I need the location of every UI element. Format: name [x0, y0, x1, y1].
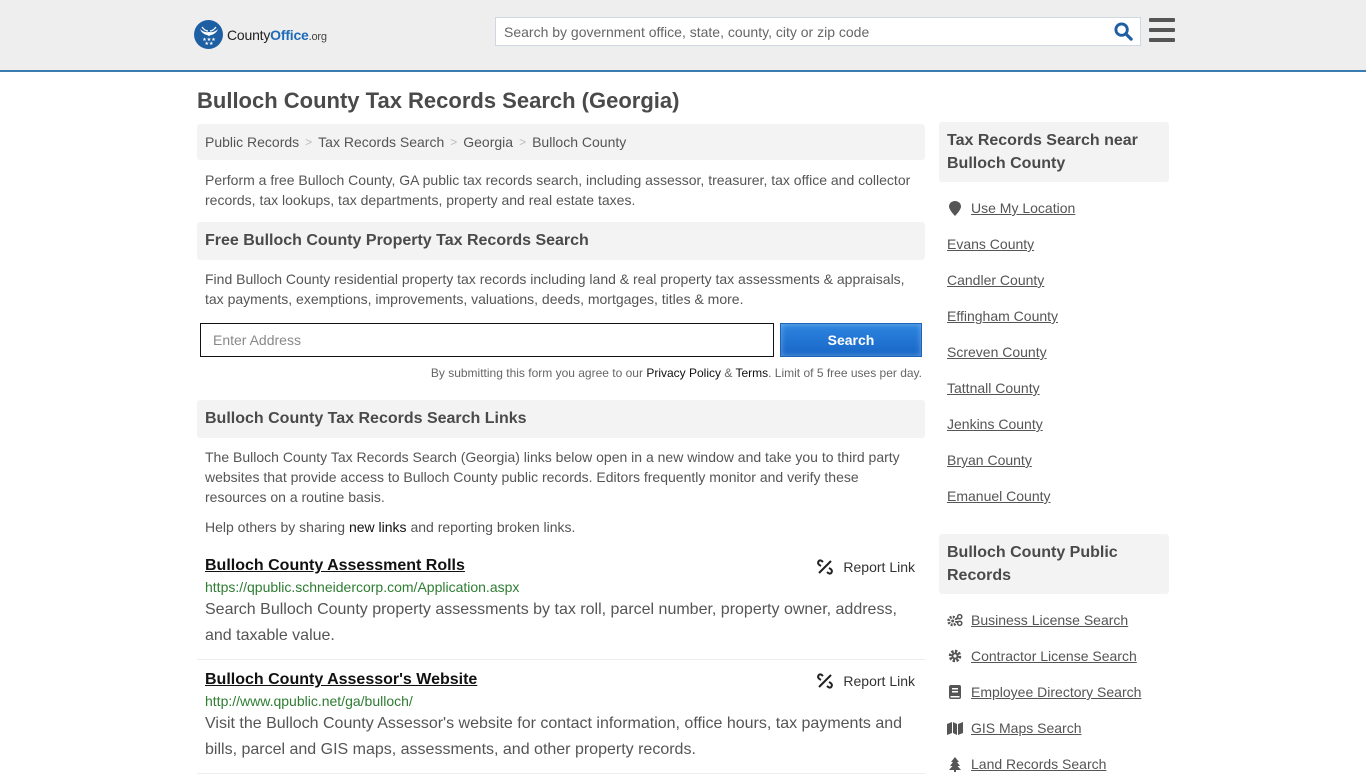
public-record-link[interactable]: Land Records Search: [971, 756, 1106, 772]
breadcrumb-public-records[interactable]: Public Records: [205, 134, 299, 150]
public-record-item: Business License Search: [947, 602, 1161, 638]
public-record-link[interactable]: Contractor License Search: [971, 648, 1137, 664]
public-records-list: Business License Search Contractor Licen…: [939, 602, 1169, 782]
address-search-button[interactable]: Search: [780, 323, 922, 357]
menu-bar: [1149, 28, 1175, 32]
broken-link-icon: [817, 673, 834, 689]
breadcrumb-separator: >: [450, 135, 458, 149]
nearby-county-item: Evans County: [947, 226, 1161, 262]
site-search-input[interactable]: [496, 18, 1106, 45]
public-record-item: Employee Directory Search: [947, 674, 1161, 710]
public-record-link[interactable]: Employee Directory Search: [971, 684, 1141, 700]
nearby-county-link[interactable]: Effingham County: [947, 308, 1058, 324]
help-text-suffix: and reporting broken links.: [406, 519, 576, 535]
public-record-item: GIS Maps Search: [947, 710, 1161, 746]
eagle-stars-logo-icon: ★★★ ★★: [194, 20, 223, 49]
link-entry: Bulloch County Assessor's Website Report…: [197, 665, 925, 774]
sidebar: Tax Records Search near Bulloch County U…: [939, 122, 1169, 782]
nearby-county-item: Tattnall County: [947, 370, 1161, 406]
nearby-county-item: Screven County: [947, 334, 1161, 370]
help-text: Help others by sharing new links and rep…: [197, 517, 925, 537]
use-my-location-item: Use My Location: [947, 190, 1161, 226]
form-disclaimer: By submitting this form you agree to our…: [197, 366, 925, 380]
breadcrumb-separator: >: [305, 135, 313, 149]
nearby-county-item: Effingham County: [947, 298, 1161, 334]
nearby-county-link[interactable]: Emanuel County: [947, 488, 1051, 504]
report-link-button[interactable]: Report Link: [817, 559, 915, 575]
intro-text: Perform a free Bulloch County, GA public…: [205, 172, 911, 208]
broken-link-icon: [817, 559, 834, 575]
cogs-icon: [947, 612, 963, 628]
link-url: https://qpublic.schneidercorp.com/Applic…: [205, 579, 520, 595]
disclaimer-text: &: [721, 366, 736, 380]
site-logo[interactable]: ★★★ ★★ CountyOffice.org: [194, 20, 327, 49]
main-content: Public Records > Tax Records Search > Ge…: [197, 124, 925, 774]
nearby-list: Use My Location Evans County Candler Cou…: [939, 190, 1169, 514]
links-section-description: The Bulloch County Tax Records Search (G…: [205, 449, 900, 505]
help-text-prefix: Help others by sharing: [205, 519, 349, 535]
menu-bar: [1149, 38, 1175, 42]
book-icon: [947, 684, 963, 700]
nearby-county-link[interactable]: Jenkins County: [947, 416, 1043, 432]
map-icon: [947, 720, 963, 736]
site-search-bar: [495, 17, 1141, 46]
menu-bar: [1149, 18, 1175, 22]
disclaimer-text: By submitting this form you agree to our: [430, 366, 647, 380]
gear-icon: [947, 648, 963, 664]
hamburger-menu-icon[interactable]: [1149, 18, 1175, 42]
terms-link[interactable]: Terms: [735, 366, 768, 380]
nearby-heading: Tax Records Search near Bulloch County: [939, 122, 1169, 182]
disclaimer-text: . Limit of 5 free uses per day.: [768, 366, 922, 380]
logo-wordmark: CountyOffice.org: [227, 26, 327, 43]
nearby-county-item: Jenkins County: [947, 406, 1161, 442]
breadcrumb-georgia[interactable]: Georgia: [463, 134, 513, 150]
breadcrumb-separator: >: [519, 135, 527, 149]
search-icon[interactable]: [1106, 18, 1140, 45]
report-link-label: Report Link: [843, 673, 915, 689]
nearby-county-link[interactable]: Bryan County: [947, 452, 1032, 468]
links-section-heading: Bulloch County Tax Records Search Links: [197, 400, 925, 438]
public-record-link[interactable]: Business License Search: [971, 612, 1128, 628]
map-pin-icon: [947, 200, 963, 216]
nearby-county-item: Bryan County: [947, 442, 1161, 478]
public-record-link[interactable]: GIS Maps Search: [971, 720, 1082, 736]
public-record-item: Land Records Search: [947, 746, 1161, 782]
breadcrumb-bulloch-county[interactable]: Bulloch County: [532, 134, 626, 150]
public-record-item: Contractor License Search: [947, 638, 1161, 674]
svg-text:★★: ★★: [204, 41, 213, 46]
tree-icon: [947, 756, 963, 772]
address-search-form: Search: [197, 323, 925, 357]
public-records-heading: Bulloch County Public Records: [939, 534, 1169, 594]
page-title: Bulloch County Tax Records Search (Georg…: [197, 88, 680, 113]
nearby-county-item: Emanuel County: [947, 478, 1161, 514]
nearby-county-link[interactable]: Evans County: [947, 236, 1034, 252]
link-entry: Bulloch County Assessment Rolls Report L…: [197, 551, 925, 660]
site-header: ★★★ ★★ CountyOffice.org: [0, 0, 1366, 72]
breadcrumb-tax-records-search[interactable]: Tax Records Search: [318, 134, 444, 150]
link-title[interactable]: Bulloch County Assessment Rolls: [205, 557, 465, 575]
property-search-heading: Free Bulloch County Property Tax Records…: [197, 222, 925, 260]
nearby-county-link[interactable]: Screven County: [947, 344, 1047, 360]
property-search-description: Find Bulloch County residential property…: [205, 271, 905, 307]
link-description: Search Bulloch County property assessmen…: [205, 601, 897, 644]
link-url: http://www.qpublic.net/ga/bulloch/: [205, 693, 413, 709]
breadcrumb: Public Records > Tax Records Search > Ge…: [197, 124, 925, 160]
link-title[interactable]: Bulloch County Assessor's Website: [205, 671, 477, 689]
new-links-link[interactable]: new links: [349, 519, 407, 535]
nearby-county-item: Candler County: [947, 262, 1161, 298]
link-description: Visit the Bulloch County Assessor's webs…: [205, 715, 903, 758]
nearby-county-link[interactable]: Candler County: [947, 272, 1044, 288]
report-link-label: Report Link: [843, 559, 915, 575]
address-input[interactable]: [200, 323, 774, 357]
use-my-location-link[interactable]: Use My Location: [971, 200, 1075, 216]
report-link-button[interactable]: Report Link: [817, 673, 915, 689]
nearby-county-link[interactable]: Tattnall County: [947, 380, 1040, 396]
privacy-policy-link[interactable]: Privacy Policy: [646, 366, 721, 380]
